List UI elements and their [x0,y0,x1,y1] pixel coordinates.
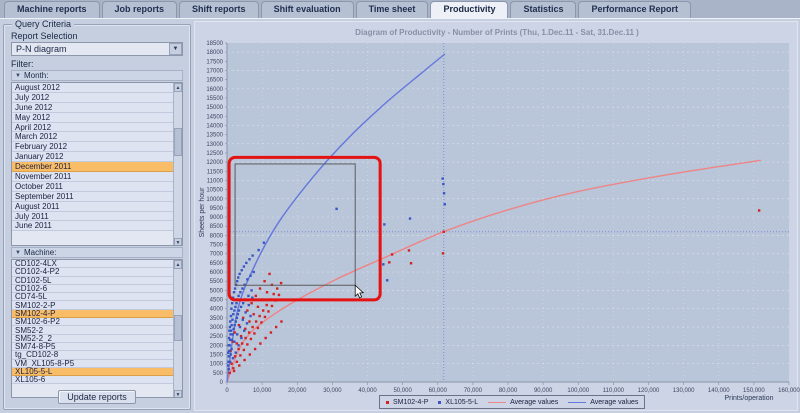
svg-text:20,000: 20,000 [288,388,307,394]
svg-text:6000: 6000 [210,270,224,276]
svg-text:90,000: 90,000 [534,388,553,394]
svg-text:14500: 14500 [206,114,223,120]
chart-legend: SM102-4-P XL105-5-L Average values Average … [379,395,646,409]
svg-text:60,000: 60,000 [429,388,448,394]
svg-text:40,000: 40,000 [358,388,377,394]
svg-text:14000: 14000 [206,123,223,129]
legend-label: XL105-5-L [445,398,479,406]
svg-text:6500: 6500 [210,261,224,267]
legend-line-marker [488,401,507,403]
svg-text:2500: 2500 [210,334,224,340]
svg-text:160,000: 160,000 [778,388,800,394]
svg-text:10000: 10000 [206,197,223,203]
svg-text:15000: 15000 [206,105,223,111]
legend-item: XL105-5-L [438,399,478,406]
svg-text:17000: 17000 [206,68,223,74]
svg-text:10500: 10500 [206,188,223,194]
legend-label: Average values [590,398,639,406]
svg-text:7000: 7000 [210,252,224,258]
productivity-app: Machine reports Job reports Shift reports S… [0,0,800,413]
y-axis-label: Sheets per hour [199,187,206,237]
legend-item: SM102-4-P [386,399,428,406]
svg-text:17500: 17500 [206,59,223,65]
svg-text:4500: 4500 [210,298,224,304]
svg-text:9000: 9000 [210,215,224,221]
svg-text:1000: 1000 [210,362,224,368]
x-axis-label: Prints/operation [724,395,773,402]
legend-label: SM102-4-P [393,398,429,406]
legend-point-marker [438,400,442,404]
svg-text:16500: 16500 [206,78,223,84]
svg-text:120,000: 120,000 [638,388,660,394]
legend-item: Average values [568,399,638,406]
pn-diagram-plot[interactable]: 0 500 1000 1500 2000 2500 3000 3500 4000 4500 5000… [1,1,800,413]
svg-text:5000: 5000 [210,288,224,294]
svg-text:13000: 13000 [206,142,223,148]
svg-text:16000: 16000 [206,87,223,93]
svg-text:11500: 11500 [207,169,224,175]
svg-text:3500: 3500 [210,316,224,322]
svg-text:10,000: 10,000 [253,388,272,394]
svg-text:18500: 18500 [206,41,223,47]
svg-text:13500: 13500 [206,133,223,139]
svg-text:110,000: 110,000 [603,388,625,394]
svg-text:0: 0 [225,388,229,394]
svg-text:150,000: 150,000 [743,388,765,394]
svg-text:1500: 1500 [210,353,224,359]
svg-text:5500: 5500 [210,279,224,285]
svg-text:80,000: 80,000 [499,388,518,394]
svg-text:0: 0 [220,380,224,386]
svg-text:8000: 8000 [210,233,224,239]
svg-text:9500: 9500 [210,206,224,212]
svg-text:2000: 2000 [210,343,224,349]
svg-text:7500: 7500 [210,243,224,249]
svg-text:18000: 18000 [206,50,223,56]
svg-text:500: 500 [213,371,224,377]
svg-text:12000: 12000 [206,160,223,166]
svg-text:130,000: 130,000 [673,388,695,394]
svg-text:3000: 3000 [210,325,224,331]
chart-panel: Diagram of Productivity - Number of Prin… [194,21,800,411]
svg-text:100,000: 100,000 [567,388,589,394]
legend-line-marker [568,401,587,403]
svg-text:70,000: 70,000 [464,388,483,394]
legend-label: Average values [510,398,559,406]
svg-text:12500: 12500 [206,151,223,157]
svg-text:11000: 11000 [207,178,224,184]
svg-text:8500: 8500 [210,224,224,230]
tab-productivity[interactable]: Productivity [430,1,509,18]
legend-point-marker [386,400,389,404]
svg-text:30,000: 30,000 [323,388,342,394]
svg-text:4000: 4000 [210,307,224,313]
svg-text:15500: 15500 [206,96,223,102]
legend-item: Average values [488,399,558,406]
svg-text:50,000: 50,000 [393,388,412,394]
svg-text:140,000: 140,000 [708,388,730,394]
